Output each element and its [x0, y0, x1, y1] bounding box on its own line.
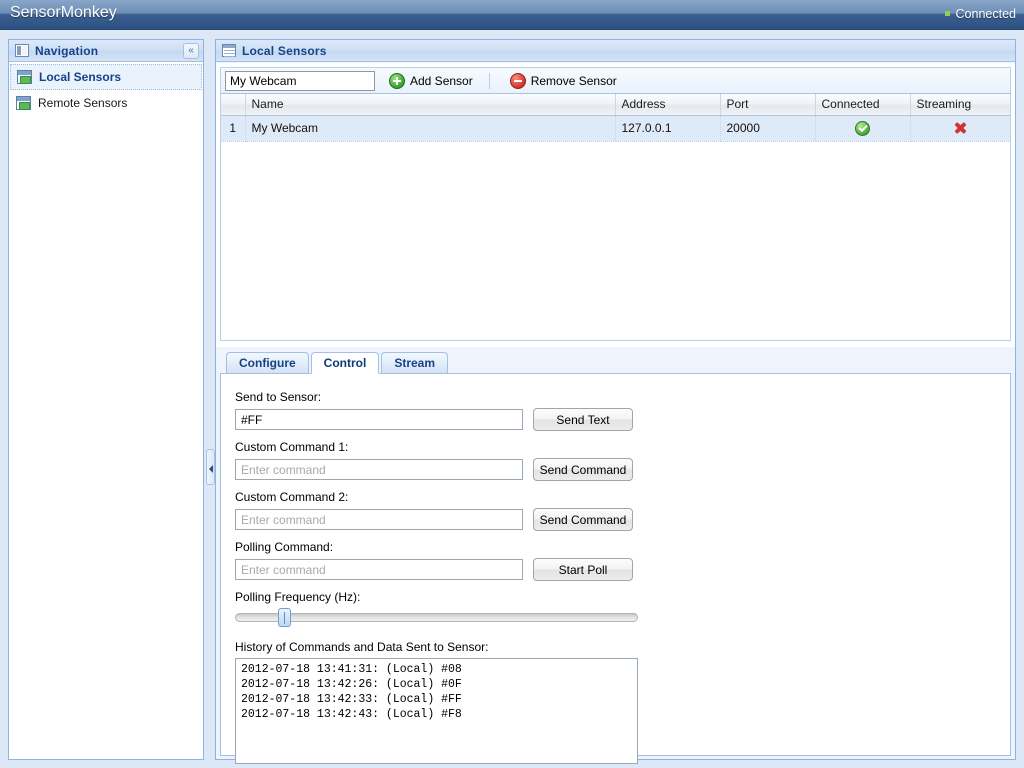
sidebar-item-remote-sensors[interactable]: Remote Sensors [10, 90, 202, 116]
command-history-box[interactable]: 2012-07-18 13:41:31: (Local) #08 2012-07-… [235, 658, 638, 764]
polling-command-label: Polling Command: [235, 540, 334, 554]
send-to-sensor-input[interactable] [235, 409, 523, 430]
sidebar-item-label: Local Sensors [39, 70, 122, 84]
navigation-panel: Navigation « Local Sensors Remote Sensor… [8, 39, 204, 760]
cell-index: 1 [221, 114, 246, 142]
custom-command-1-label: Custom Command 1: [235, 440, 349, 454]
navigation-header-title: Navigation [35, 43, 99, 58]
sensors-toolbar: Add Sensor Remove Sensor [220, 67, 1011, 93]
remove-sensor-label: Remove Sensor [530, 73, 617, 88]
custom-command-2-input[interactable] [235, 509, 523, 530]
polling-command-input[interactable] [235, 559, 523, 580]
local-sensors-icon [17, 70, 32, 84]
sidebar-item-label: Remote Sensors [38, 96, 128, 110]
status-indicator-dot [944, 11, 950, 16]
column-header-name[interactable]: Name [245, 94, 616, 116]
panel-splitter[interactable] [205, 39, 215, 760]
local-sensors-header: Local Sensors [216, 40, 1015, 62]
window-titlebar: SensorMonkey Connected [0, 0, 1024, 30]
sensors-grid: Name Address Port Connected Streaming 1 … [220, 93, 1011, 341]
cell-name: My Webcam [245, 114, 616, 142]
remove-icon [509, 72, 526, 89]
sensor-name-input[interactable] [225, 70, 375, 91]
local-sensors-panel: Local Sensors Add Sensor Remove Sensor [215, 39, 1016, 764]
remote-sensors-icon [16, 96, 31, 110]
page-body: Navigation « Local Sensors Remote Sensor… [0, 31, 1024, 768]
column-header-streaming[interactable]: Streaming [910, 94, 1010, 116]
check-circle-icon [855, 120, 870, 136]
polling-command-row: Start Poll [235, 558, 1010, 581]
custom-command-2-label: Custom Command 2: [235, 490, 349, 504]
page-title: Local Sensors [242, 43, 327, 58]
slider-thumb[interactable] [277, 608, 291, 627]
column-header-connected[interactable]: Connected [815, 94, 911, 116]
control-tab-panel: Send to Sensor: Send Text Custom Command… [220, 374, 1011, 764]
connection-status-label: Connected [955, 7, 1016, 21]
sensors-table: Name Address Port Connected Streaming 1 … [221, 94, 1010, 142]
tab-control[interactable]: Control [310, 352, 380, 374]
add-sensor-label: Add Sensor [410, 73, 473, 88]
detail-tabs-area: Configure Control Stream Send to Sensor:… [220, 352, 1011, 764]
app-title: SensorMonkey [10, 4, 117, 21]
sidebar-item-local-sensors[interactable]: Local Sensors [10, 64, 202, 90]
navigation-icon [15, 44, 29, 57]
table-row[interactable]: 1 My Webcam 127.0.0.1 20000 [221, 114, 1010, 142]
sensors-area: Add Sensor Remove Sensor [216, 63, 1015, 347]
add-icon [389, 72, 405, 89]
history-line: 2012-07-18 13:42:33: (Local) #FF [241, 693, 462, 706]
custom-command-1-row: Send Command [235, 458, 1010, 481]
column-header-index[interactable] [221, 94, 246, 116]
cell-streaming [910, 114, 1010, 142]
send-to-sensor-label: Send to Sensor: [235, 390, 322, 404]
grid-icon [222, 44, 236, 57]
history-line: 2012-07-18 13:41:31: (Local) #08 [241, 663, 462, 676]
toolbar-separator [488, 72, 490, 89]
tab-configure[interactable]: Configure [226, 352, 309, 373]
remove-sensor-button[interactable]: Remove Sensor [504, 70, 623, 92]
column-header-address[interactable]: Address [615, 94, 721, 116]
polling-frequency-label: Polling Frequency (Hz): [235, 590, 361, 604]
cell-port: 20000 [720, 114, 816, 142]
splitter-collapse-handle[interactable] [206, 449, 215, 485]
history-line: 2012-07-18 13:42:26: (Local) #0F [241, 678, 462, 691]
navigation-header: Navigation « [9, 40, 203, 62]
history-label: History of Commands and Data Sent to Sen… [235, 640, 489, 654]
cross-icon [953, 121, 967, 135]
send-to-sensor-row: Send Text [235, 408, 1010, 431]
history-line: 2012-07-18 13:42:43: (Local) #F8 [241, 708, 462, 721]
tab-stream[interactable]: Stream [381, 352, 449, 373]
cell-address: 127.0.0.1 [615, 114, 721, 142]
add-sensor-button[interactable]: Add Sensor [383, 70, 479, 92]
navigation-list: Local Sensors Remote Sensors [9, 62, 203, 116]
custom-command-1-input[interactable] [235, 459, 523, 480]
tabstrip: Configure Control Stream [220, 352, 1011, 374]
polling-frequency-slider[interactable] [235, 608, 638, 627]
collapse-navigation-button[interactable]: « [183, 43, 199, 59]
connection-status: Connected [944, 7, 1016, 21]
cell-connected [815, 114, 911, 142]
send-text-button[interactable]: Send Text [533, 408, 633, 431]
custom-command-2-row: Send Command [235, 508, 1010, 531]
send-command-1-button[interactable]: Send Command [533, 458, 633, 481]
send-command-2-button[interactable]: Send Command [533, 508, 633, 531]
start-poll-button[interactable]: Start Poll [533, 558, 633, 581]
table-header-row: Name Address Port Connected Streaming [221, 94, 1010, 116]
column-header-port[interactable]: Port [720, 94, 816, 116]
slider-track[interactable] [235, 613, 638, 622]
